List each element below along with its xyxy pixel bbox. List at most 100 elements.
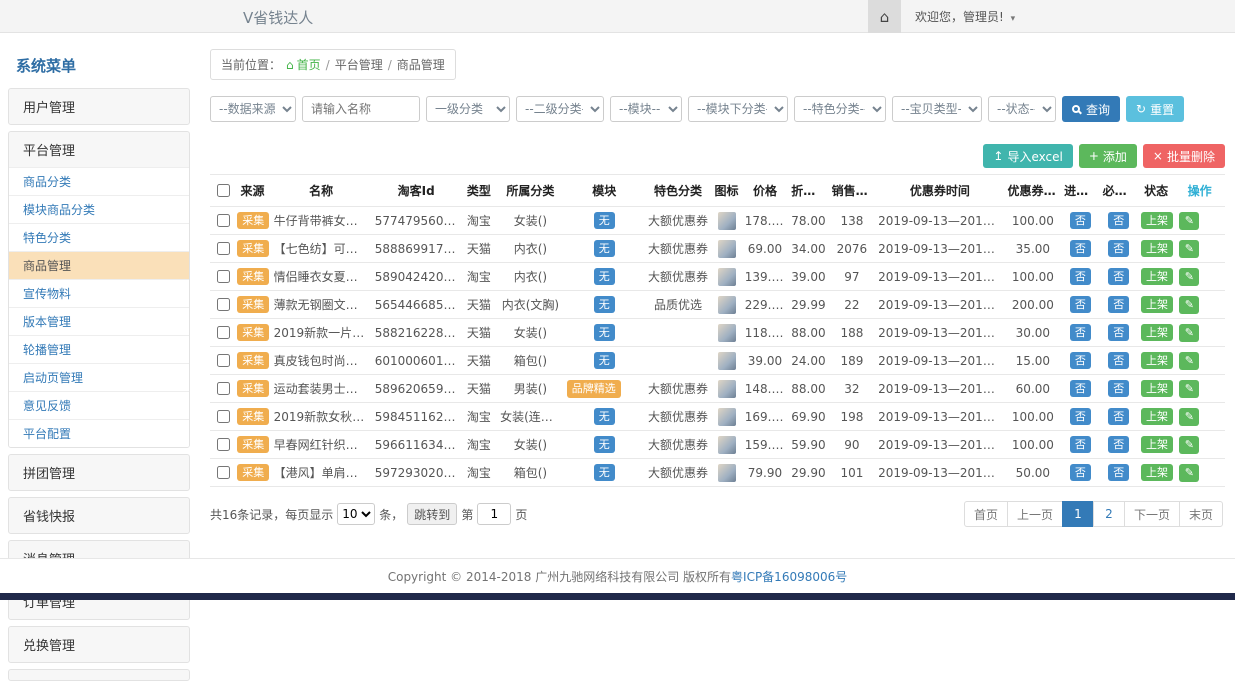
sidebar-subitem[interactable]: 特色分类 (9, 223, 189, 251)
import-excel-button[interactable]: ↥ 导入excel (983, 144, 1072, 168)
row-checkbox[interactable] (217, 410, 230, 423)
must-buy-badge[interactable]: 否 (1108, 464, 1129, 481)
page-button[interactable]: 2 (1093, 501, 1125, 527)
import-select-badge[interactable]: 否 (1070, 464, 1091, 481)
filter-level2-select[interactable]: --二级分类-- (516, 96, 604, 122)
sidebar-subitem[interactable]: 启动页管理 (9, 363, 189, 391)
must-buy-badge[interactable]: 否 (1108, 408, 1129, 425)
filter-featured-select[interactable]: --特色分类-- (794, 96, 886, 122)
filter-status-select[interactable]: --状态-- (988, 96, 1056, 122)
filter-level1-select[interactable]: 一级分类 (426, 96, 510, 122)
sidebar-subitem[interactable]: 宣传物料 (9, 279, 189, 307)
import-select-badge[interactable]: 否 (1070, 324, 1091, 341)
edit-button[interactable]: ✎ (1179, 212, 1199, 230)
jump-button[interactable]: 跳转到 (407, 503, 457, 525)
import-select-badge[interactable]: 否 (1070, 380, 1091, 397)
status-badge[interactable]: 上架 (1141, 352, 1173, 369)
home-button[interactable]: ⌂ (868, 0, 901, 33)
row-checkbox[interactable] (217, 242, 230, 255)
edit-button[interactable]: ✎ (1179, 464, 1199, 482)
status-badge[interactable]: 上架 (1141, 296, 1173, 313)
page-button[interactable]: 末页 (1179, 501, 1223, 527)
sidebar-item[interactable]: 拼团管理 (9, 455, 189, 490)
sidebar-item[interactable]: 兑换管理 (9, 627, 189, 662)
must-buy-badge[interactable]: 否 (1108, 212, 1129, 229)
row-checkbox[interactable] (217, 466, 230, 479)
category-cell: 女装() (497, 207, 564, 235)
import-select-badge[interactable]: 否 (1070, 296, 1091, 313)
must-buy-badge[interactable]: 否 (1108, 296, 1129, 313)
sidebar-subitem[interactable]: 模块商品分类 (9, 195, 189, 223)
sidebar-subitem[interactable]: 商品管理 (9, 251, 189, 279)
status-badge[interactable]: 上架 (1141, 436, 1173, 453)
status-badge[interactable]: 上架 (1141, 380, 1173, 397)
batch-delete-button[interactable]: × 批量删除 (1143, 144, 1225, 168)
module-badge: 品牌精选 (567, 380, 621, 397)
page-button[interactable]: 1 (1062, 501, 1094, 527)
page-button[interactable]: 上一页 (1007, 501, 1063, 527)
row-checkbox[interactable] (217, 270, 230, 283)
must-buy-badge[interactable]: 否 (1108, 324, 1129, 341)
page-number-input[interactable] (477, 503, 511, 525)
edit-button[interactable]: ✎ (1179, 408, 1199, 426)
row-checkbox[interactable] (217, 214, 230, 227)
add-button[interactable]: + 添加 (1079, 144, 1137, 168)
edit-button[interactable]: ✎ (1179, 240, 1199, 258)
status-badge[interactable]: 上架 (1141, 212, 1173, 229)
edit-button[interactable]: ✎ (1179, 268, 1199, 286)
icp-link[interactable]: 粤ICP备16098006号 (731, 570, 847, 584)
sidebar-subitem[interactable]: 轮播管理 (9, 335, 189, 363)
taoke-id-cell: 589620659791 (372, 375, 461, 403)
row-checkbox[interactable] (217, 438, 230, 451)
edit-button[interactable]: ✎ (1179, 324, 1199, 342)
caret-down-icon: ▾ (1011, 14, 1016, 24)
per-page-select[interactable]: 10 (337, 503, 375, 525)
filter-source-select[interactable]: --数据来源-- (210, 96, 296, 122)
status-badge[interactable]: 上架 (1141, 268, 1173, 285)
status-badge[interactable]: 上架 (1141, 324, 1173, 341)
row-checkbox[interactable] (217, 298, 230, 311)
must-buy-badge[interactable]: 否 (1108, 268, 1129, 285)
import-select-badge[interactable]: 否 (1070, 436, 1091, 453)
must-buy-badge[interactable]: 否 (1108, 380, 1129, 397)
sidebar-item[interactable]: 平台管理 (9, 132, 189, 167)
status-badge[interactable]: 上架 (1141, 408, 1173, 425)
edit-button[interactable]: ✎ (1179, 296, 1199, 314)
edit-button[interactable]: ✎ (1179, 436, 1199, 454)
select-all-checkbox[interactable] (217, 184, 230, 197)
filter-module-select[interactable]: --模块-- (610, 96, 682, 122)
filter-itemtype-select[interactable]: --宝贝类型-- (892, 96, 982, 122)
import-select-badge[interactable]: 否 (1070, 268, 1091, 285)
sidebar-item[interactable]: 用户管理 (9, 89, 189, 124)
sidebar-subitem[interactable]: 平台配置 (9, 419, 189, 447)
edit-button[interactable]: ✎ (1179, 352, 1199, 370)
must-buy-badge[interactable]: 否 (1108, 240, 1129, 257)
product-thumbnail (718, 324, 736, 342)
import-select-badge[interactable]: 否 (1070, 212, 1091, 229)
breadcrumb-home-link[interactable]: ⌂ 首页 (286, 56, 321, 73)
sidebar-item[interactable] (9, 670, 189, 681)
row-checkbox[interactable] (217, 326, 230, 339)
must-buy-badge[interactable]: 否 (1108, 352, 1129, 369)
sidebar-subitem[interactable]: 意见反馈 (9, 391, 189, 419)
page-button[interactable]: 首页 (964, 501, 1008, 527)
sidebar-item[interactable]: 省钱快报 (9, 498, 189, 533)
status-badge[interactable]: 上架 (1141, 240, 1173, 257)
must-buy-badge[interactable]: 否 (1108, 436, 1129, 453)
reset-button[interactable]: ↻ 重置 (1126, 96, 1184, 122)
user-menu[interactable]: 欢迎您，管理员! ▾ (915, 8, 1015, 25)
import-select-badge[interactable]: 否 (1070, 408, 1091, 425)
import-select-badge[interactable]: 否 (1070, 240, 1091, 257)
filter-name-input[interactable] (302, 96, 420, 122)
search-button[interactable]: 查询 (1062, 96, 1120, 122)
breadcrumb-item-platform[interactable]: 平台管理 (335, 56, 383, 73)
status-badge[interactable]: 上架 (1141, 464, 1173, 481)
edit-button[interactable]: ✎ (1179, 380, 1199, 398)
import-select-badge[interactable]: 否 (1070, 352, 1091, 369)
row-checkbox[interactable] (217, 354, 230, 367)
sidebar-subitem[interactable]: 商品分类 (9, 167, 189, 195)
page-button[interactable]: 下一页 (1124, 501, 1180, 527)
sidebar-subitem[interactable]: 版本管理 (9, 307, 189, 335)
filter-module-sub-select[interactable]: --模块下分类-- (688, 96, 788, 122)
row-checkbox[interactable] (217, 382, 230, 395)
